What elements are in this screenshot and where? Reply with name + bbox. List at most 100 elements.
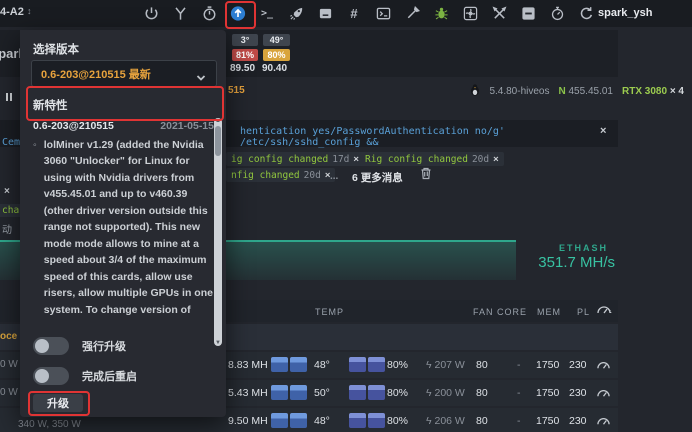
activity-label-fragment: 动 — [2, 221, 12, 236]
gpu-power-fragment: 0 W — [0, 359, 18, 370]
archive-icon[interactable] — [317, 6, 333, 22]
rig-config-badge: ig config changed 17d × — [226, 152, 364, 166]
total-hashrate: 351.7 MH/s — [538, 254, 615, 271]
bolt-icon: ϟ — [426, 387, 432, 399]
close-icon[interactable]: × — [493, 154, 499, 165]
gpu-power: ϟ 206 W — [426, 415, 465, 427]
fan-history-bars — [349, 413, 385, 428]
notes-scrollbar[interactable]: ▲ ▼ — [214, 118, 222, 346]
upgrade-icon[interactable] — [230, 6, 246, 22]
fan-history-bars — [349, 357, 385, 372]
gpu-temp-chip: 3° — [232, 34, 258, 46]
hash-icon[interactable]: # — [346, 6, 362, 22]
force-upgrade-row: 强行升级 — [33, 337, 126, 355]
shell-icon[interactable]: >_ — [259, 6, 275, 22]
hidden-badge-fragment: cha — [0, 204, 21, 217]
oc-core: - — [517, 387, 521, 399]
power-icon[interactable] — [143, 6, 159, 22]
gpu-power-fragment: 0 W — [0, 387, 18, 398]
oc-gauge-icon[interactable] — [596, 358, 611, 376]
scroll-up-icon[interactable]: ▲ — [214, 118, 222, 124]
oc-fan: 80 — [476, 415, 488, 427]
gpu-fan-chip: 80% — [263, 49, 290, 61]
wrench-icon[interactable] — [404, 6, 420, 22]
scrollbar-thumb[interactable] — [215, 126, 221, 156]
oc-mem: 1750 — [536, 387, 559, 399]
col-core: CORE — [497, 307, 527, 317]
gpu-fan-pct: 80% — [387, 359, 408, 371]
oc-core: - — [517, 415, 521, 427]
force-upgrade-label: 强行升级 — [82, 338, 126, 354]
flight-sheet-fragment: 515 — [228, 85, 247, 96]
gpu-fan-chip: 81% — [232, 49, 258, 61]
upgrade-popup: 选择版本 0.6-203@210515 最新 新特性 0.6-203@21051… — [20, 30, 226, 417]
farm-selector[interactable]: 4-A2 — [0, 6, 24, 18]
app-window: 3° 49° 81% 80% 89.50 90.40 515 5.4.80-hi… — [0, 0, 692, 432]
bullet-icon: ◦ — [33, 137, 37, 321]
gpu-hashrate-value: 90.40 — [262, 63, 287, 74]
command-text: hentication yes/PasswordAuthentication n… — [240, 126, 618, 148]
release-note-text: lolMiner v1.29 (added the Nvidia 3060 "U… — [44, 137, 214, 321]
temp-history-bars — [271, 385, 307, 400]
oc-pl: 230 — [569, 387, 587, 399]
splitter-icon[interactable] — [172, 6, 188, 22]
scroll-down-icon[interactable]: ▼ — [214, 340, 222, 346]
col-mem: MEM — [537, 307, 561, 317]
pause-icon — [6, 88, 12, 106]
command-line2-fragment: Cem — [2, 137, 20, 148]
oc-all-gauge-icon[interactable] — [596, 303, 612, 322]
worker-name-label[interactable]: spark_ysh — [598, 7, 652, 19]
collapse-icon[interactable] — [520, 6, 536, 22]
release-date: 2021-05-15 — [160, 118, 214, 135]
gpu-power: ϟ 200 W — [426, 387, 465, 399]
oc-pl: 230 — [569, 415, 587, 427]
temp-history-bars — [271, 357, 307, 372]
miner-name-fragment: oce — [0, 331, 17, 342]
oc-fan: 80 — [476, 387, 488, 399]
gpu-power-limits-fragment: 340 W, 350 W — [18, 419, 81, 430]
new-features-heading: 新特性 — [33, 97, 68, 113]
rocket-icon[interactable] — [288, 6, 304, 22]
close-icon[interactable]: × — [353, 154, 359, 165]
stopwatch-icon[interactable] — [549, 6, 565, 22]
release-version: 0.6-203@210515 — [33, 118, 114, 135]
upgrade-button[interactable]: 升级 — [33, 394, 83, 412]
restart-after-row: 完成后重启 — [33, 367, 137, 385]
system-info-line: 5.4.80-hiveos N 455.45.01 RTX 3080 × 4 — [470, 84, 684, 99]
refresh-icon[interactable] — [578, 6, 594, 22]
rig-config-badge: nfig changed 20d × — [226, 168, 335, 182]
gpu-hashrate: 9.50 MH — [228, 415, 268, 427]
gpu-hashrate-value: 89.50 — [230, 63, 255, 74]
gpu-fan-pct: 80% — [387, 415, 408, 427]
oc-core: - — [517, 359, 521, 371]
restart-after-toggle[interactable] — [33, 367, 69, 385]
gpu-hashrate: 5.43 MH — [228, 387, 268, 399]
select-version-heading: 选择版本 — [33, 41, 79, 57]
fan-icon[interactable] — [462, 6, 478, 22]
linux-penguin-icon — [470, 84, 480, 99]
algo-label: ETHASH — [559, 243, 608, 253]
close-icon[interactable]: × — [600, 125, 606, 137]
driver-version: N 455.45.01 — [558, 86, 613, 97]
gpu-temp: 48° — [314, 359, 330, 371]
sort-icon[interactable]: ↕ — [27, 6, 32, 16]
oc-mem: 1750 — [536, 415, 559, 427]
oc-fan: 80 — [476, 359, 488, 371]
oc-mem: 1750 — [536, 359, 559, 371]
oc-gauge-icon[interactable] — [596, 386, 611, 404]
force-upgrade-toggle[interactable] — [33, 337, 69, 355]
gpu-hashrate: 8.83 MH — [228, 359, 268, 371]
bug-icon[interactable] — [433, 6, 449, 22]
trash-icon[interactable] — [420, 167, 432, 185]
oc-gauge-icon[interactable] — [596, 414, 611, 432]
ellipsis: ... — [330, 171, 338, 182]
gpu-temp-chip: 49° — [263, 34, 290, 46]
fan-history-bars — [349, 385, 385, 400]
timer-icon[interactable] — [201, 6, 217, 22]
version-dropdown[interactable]: 0.6-203@210515 最新 — [31, 60, 217, 87]
more-messages-link[interactable]: 6 更多消息 — [352, 170, 403, 185]
chevron-down-icon — [196, 69, 206, 87]
hidden-badge-close-fragment: × — [4, 186, 10, 197]
tools-icon[interactable] — [491, 6, 507, 22]
terminal-icon[interactable] — [375, 6, 391, 22]
